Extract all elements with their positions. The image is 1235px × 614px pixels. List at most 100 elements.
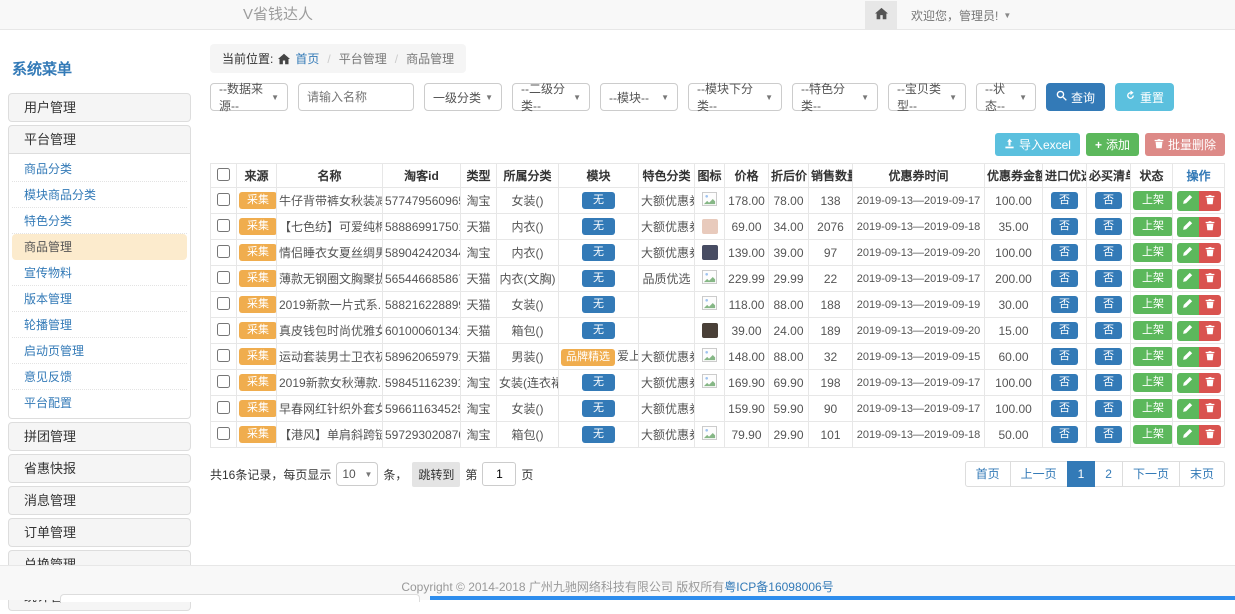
filter-select-level2-category[interactable]: --二级分类--▼ [512, 83, 590, 111]
must-buy-toggle[interactable]: 否 [1095, 322, 1122, 339]
edit-button[interactable] [1177, 399, 1199, 419]
imported-toggle[interactable]: 否 [1051, 400, 1078, 417]
row-checkbox[interactable] [217, 323, 230, 336]
delete-button[interactable] [1199, 243, 1221, 263]
sidebar-item-platform-management[interactable]: 平台管理 [8, 125, 191, 154]
sidebar-item-promo-material[interactable]: 宣传物料 [12, 260, 187, 286]
edit-button[interactable] [1177, 269, 1199, 289]
delete-button[interactable] [1199, 295, 1221, 315]
sidebar-item-feedback[interactable]: 意见反馈 [12, 364, 187, 390]
status-button[interactable]: 上架 [1133, 191, 1173, 210]
imported-toggle[interactable]: 否 [1051, 296, 1078, 313]
imported-toggle[interactable]: 否 [1051, 218, 1078, 235]
imported-toggle[interactable]: 否 [1051, 348, 1078, 365]
next-page-button[interactable]: 下一页 [1122, 461, 1180, 487]
per-page-select[interactable]: 10▼ [336, 462, 378, 486]
row-checkbox[interactable] [217, 245, 230, 258]
edit-button[interactable] [1177, 373, 1199, 393]
breadcrumb-home-link[interactable]: 首页 [295, 50, 319, 67]
filter-select-status[interactable]: --状态--▼ [976, 83, 1036, 111]
user-menu[interactable]: 欢迎您，管理员! ▼ [911, 7, 1011, 24]
page-number-input[interactable] [482, 462, 516, 486]
delete-button[interactable] [1199, 399, 1221, 419]
status-button[interactable]: 上架 [1133, 321, 1173, 340]
imported-toggle[interactable]: 否 [1051, 374, 1078, 391]
row-checkbox[interactable] [217, 375, 230, 388]
icp-link[interactable]: 粤ICP备16098006号 [724, 580, 833, 594]
edit-button[interactable] [1177, 347, 1199, 367]
must-buy-toggle[interactable]: 否 [1095, 374, 1122, 391]
delete-button[interactable] [1199, 191, 1221, 211]
add-button[interactable]: +添加 [1086, 133, 1139, 156]
row-checkbox[interactable] [217, 271, 230, 284]
edit-button[interactable] [1177, 217, 1199, 237]
row-checkbox[interactable] [217, 219, 230, 232]
sidebar-item-goods-management[interactable]: 商品管理 [12, 234, 187, 260]
page-1-button[interactable]: 1 [1067, 461, 1096, 487]
status-button[interactable]: 上架 [1133, 295, 1173, 314]
delete-button[interactable] [1199, 425, 1221, 445]
filter-select-item-type[interactable]: --宝贝类型--▼ [888, 83, 966, 111]
sidebar-item-module-goods-category[interactable]: 模块商品分类 [12, 182, 187, 208]
sidebar-item-platform-config[interactable]: 平台配置 [12, 390, 187, 416]
filter-select-module-sub-category[interactable]: --模块下分类--▼ [688, 83, 782, 111]
sidebar-item-version-management[interactable]: 版本管理 [12, 286, 187, 312]
delete-button[interactable] [1199, 269, 1221, 289]
row-checkbox[interactable] [217, 297, 230, 310]
filter-select-special-category[interactable]: --特色分类--▼ [792, 83, 878, 111]
last-page-button[interactable]: 末页 [1179, 461, 1225, 487]
sidebar-item-splash-management[interactable]: 启动页管理 [12, 338, 187, 364]
must-buy-toggle[interactable]: 否 [1095, 348, 1122, 365]
status-button[interactable]: 上架 [1133, 347, 1173, 366]
select-all-checkbox[interactable] [217, 168, 230, 181]
status-button[interactable]: 上架 [1133, 217, 1173, 236]
must-buy-toggle[interactable]: 否 [1095, 192, 1122, 209]
edit-button[interactable] [1177, 191, 1199, 211]
filter-name-input[interactable] [298, 83, 414, 111]
imported-toggle[interactable]: 否 [1051, 244, 1078, 261]
reset-button[interactable]: 重置 [1115, 83, 1174, 111]
import-excel-button[interactable]: 导入excel [995, 133, 1080, 156]
delete-button[interactable] [1199, 217, 1221, 237]
must-buy-toggle[interactable]: 否 [1095, 296, 1122, 313]
jump-button[interactable]: 跳转到 [412, 462, 460, 487]
imported-toggle[interactable]: 否 [1051, 426, 1078, 443]
filter-select-module[interactable]: --模块--▼ [600, 83, 678, 111]
edit-button[interactable] [1177, 321, 1199, 341]
edit-button[interactable] [1177, 425, 1199, 445]
filter-select-data-source[interactable]: --数据来源--▼ [210, 83, 288, 111]
delete-button[interactable] [1199, 373, 1221, 393]
row-checkbox[interactable] [217, 401, 230, 414]
status-button[interactable]: 上架 [1133, 269, 1173, 288]
edit-button[interactable] [1177, 295, 1199, 315]
sidebar-item-group-buy[interactable]: 拼团管理 [8, 422, 191, 451]
delete-button[interactable] [1199, 347, 1221, 367]
imported-toggle[interactable]: 否 [1051, 322, 1078, 339]
row-checkbox[interactable] [217, 349, 230, 362]
imported-toggle[interactable]: 否 [1051, 270, 1078, 287]
home-button[interactable] [865, 1, 897, 30]
filter-select-level1-category[interactable]: 一级分类▼ [424, 83, 502, 111]
must-buy-toggle[interactable]: 否 [1095, 400, 1122, 417]
status-button[interactable]: 上架 [1133, 373, 1173, 392]
status-button[interactable]: 上架 [1133, 399, 1173, 418]
first-page-button[interactable]: 首页 [965, 461, 1011, 487]
status-button[interactable]: 上架 [1133, 425, 1173, 444]
delete-button[interactable] [1199, 321, 1221, 341]
page-2-button[interactable]: 2 [1094, 461, 1123, 487]
sidebar-item-special-category[interactable]: 特色分类 [12, 208, 187, 234]
prev-page-button[interactable]: 上一页 [1010, 461, 1068, 487]
must-buy-toggle[interactable]: 否 [1095, 426, 1122, 443]
sidebar-item-user-management[interactable]: 用户管理 [8, 93, 191, 122]
sidebar-item-express-news[interactable]: 省惠快报 [8, 454, 191, 483]
status-button[interactable]: 上架 [1133, 243, 1173, 262]
search-button[interactable]: 查询 [1046, 83, 1105, 111]
must-buy-toggle[interactable]: 否 [1095, 244, 1122, 261]
row-checkbox[interactable] [217, 427, 230, 440]
must-buy-toggle[interactable]: 否 [1095, 270, 1122, 287]
batch-delete-button[interactable]: 批量删除 [1145, 133, 1225, 156]
must-buy-toggle[interactable]: 否 [1095, 218, 1122, 235]
sidebar-item-goods-category[interactable]: 商品分类 [12, 156, 187, 182]
row-checkbox[interactable] [217, 193, 230, 206]
imported-toggle[interactable]: 否 [1051, 192, 1078, 209]
